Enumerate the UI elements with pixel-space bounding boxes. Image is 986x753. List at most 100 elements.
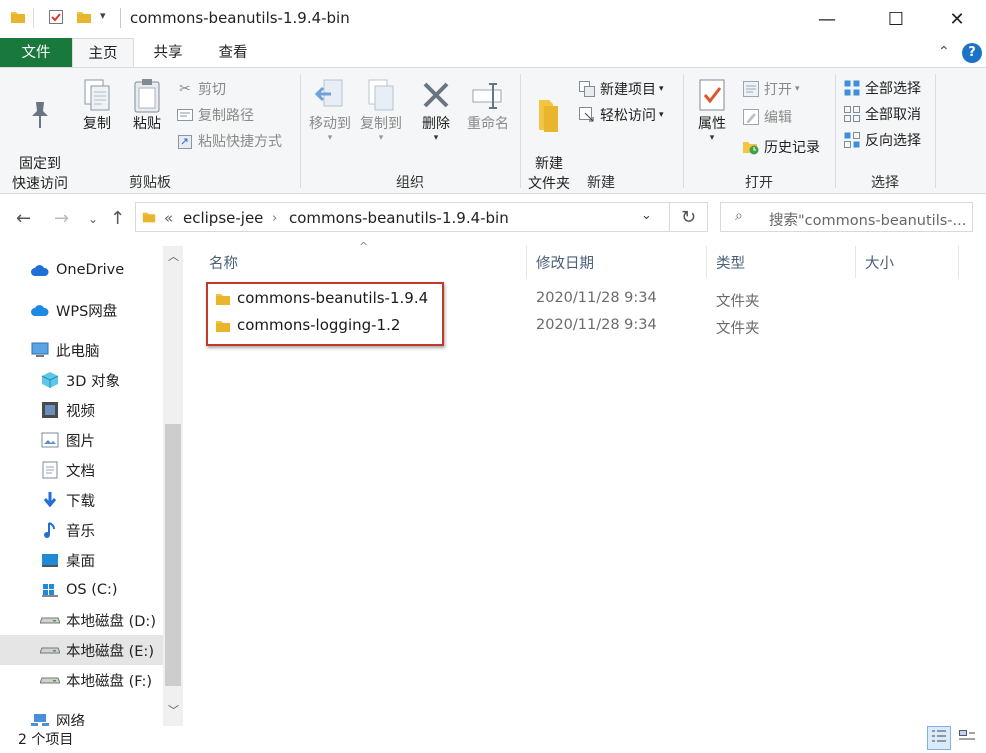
close-button[interactable]: ✕ [934, 0, 980, 38]
document-icon [40, 461, 60, 479]
minimize-button[interactable]: — [804, 0, 850, 38]
nav-documents[interactable]: 文档 [40, 455, 95, 485]
address-bar[interactable]: « eclipse-jee › commons-beanutils-1.9.4-… [135, 202, 670, 232]
divider[interactable] [855, 246, 856, 278]
tab-home[interactable]: 主页 [72, 38, 134, 68]
tab-file[interactable]: 文件 [0, 38, 72, 68]
divider[interactable] [958, 246, 959, 278]
easy-access-icon [578, 106, 596, 124]
recent-locations-chevron-icon[interactable]: ⌄ [88, 212, 98, 226]
nav-3d-objects[interactable]: 3D 对象 [40, 365, 120, 395]
nav-label: OneDrive [56, 262, 125, 278]
column-header-name[interactable]: 名称 [209, 252, 238, 273]
column-header-size[interactable]: 大小 [865, 252, 894, 273]
open-icon [742, 80, 760, 98]
help-icon[interactable]: ? [962, 43, 982, 63]
tab-share[interactable]: 共享 [138, 38, 198, 68]
delete-label: 删除 [422, 116, 450, 132]
collapse-ribbon-icon[interactable]: ⌃ [938, 44, 950, 60]
nav-label: 文档 [66, 463, 95, 480]
paste-shortcut-icon [176, 132, 194, 150]
search-box[interactable]: ⌕ 搜索"commons-beanutils-... [720, 202, 973, 232]
up-arrow-icon[interactable]: ↑ [110, 208, 125, 229]
sort-ascending-icon: ^ [359, 240, 369, 253]
nav-this-pc[interactable]: 此电脑 [30, 335, 100, 365]
scroll-down-icon[interactable]: ﹀ [168, 702, 179, 718]
new-folder-quick-icon[interactable] [76, 9, 92, 29]
column-header-type[interactable]: 类型 [716, 252, 745, 273]
edit-button[interactable]: 编辑 [742, 106, 792, 128]
maximize-button[interactable]: ☐ [873, 0, 919, 38]
breadcrumb-eclipse-jee[interactable]: eclipse-jee [183, 209, 263, 227]
nav-downloads[interactable]: 下载 [40, 485, 95, 515]
tab-view[interactable]: 查看 [203, 38, 263, 68]
properties-button[interactable]: 属性 ▾ [690, 76, 734, 143]
nav-onedrive[interactable]: OneDrive [30, 255, 124, 285]
nav-scrollbar[interactable]: ︿ ﹀ [163, 246, 183, 726]
history-button[interactable]: 历史记录 [742, 136, 820, 158]
nav-wps-cloud[interactable]: WPS网盘 [30, 295, 117, 325]
drive-icon [40, 611, 60, 629]
copy-to-button[interactable]: 复制到 ▾ [356, 76, 406, 143]
divider[interactable] [526, 246, 527, 278]
navigation-pane: OneDrive WPS网盘 此电脑 3D 对象 视频 图片 文档 下载 音乐 … [0, 246, 185, 726]
nav-music[interactable]: 音乐 [40, 515, 95, 545]
nav-drive-c[interactable]: OS (C:) [40, 575, 118, 605]
copy-path-button[interactable]: 复制路径 [176, 104, 254, 126]
delete-button[interactable]: 删除 ▾ [416, 76, 456, 143]
nav-label: 网络 [56, 713, 85, 727]
forward-arrow-icon[interactable]: → [54, 208, 69, 229]
rename-button[interactable]: 重命名 [462, 76, 514, 134]
nav-label: 视频 [66, 403, 95, 420]
select-none-button[interactable]: 全部取消 [843, 103, 921, 125]
details-view-button[interactable] [927, 726, 951, 750]
nav-drive-d[interactable]: 本地磁盘 (D:) [40, 605, 156, 635]
music-icon [40, 521, 60, 539]
customize-toolbar-icon[interactable]: ▾ [100, 9, 106, 22]
nav-desktop[interactable]: 桌面 [40, 545, 95, 575]
edit-label: 编辑 [764, 110, 792, 126]
open-button[interactable]: 打开 ▾ [742, 78, 800, 100]
divider [520, 74, 521, 188]
new-item-button[interactable]: 新建项目 ▾ [578, 78, 664, 100]
paste-button[interactable]: 粘贴 [126, 76, 168, 134]
copy-button[interactable]: 复制 [76, 76, 118, 134]
file-date: 2020/11/28 9:34 [536, 290, 657, 306]
properties-quick-icon[interactable] [48, 9, 64, 29]
paste-label: 粘贴 [133, 116, 161, 132]
drive-icon [40, 641, 60, 659]
windows-drive-icon [40, 581, 60, 599]
nav-network[interactable]: 网络 [30, 705, 85, 726]
overflow-chevron[interactable]: « [164, 209, 173, 227]
invert-selection-button[interactable]: 反向选择 [843, 129, 921, 151]
cut-button[interactable]: ✂ 剪切 [176, 78, 226, 100]
easy-access-button[interactable]: 轻松访问 ▾ [578, 104, 664, 126]
select-all-button[interactable]: 全部选择 [843, 77, 921, 99]
breadcrumb-separator-icon[interactable]: › [272, 211, 277, 226]
open-group-label: 打开 [745, 175, 773, 191]
back-arrow-icon[interactable]: ← [16, 208, 31, 229]
divider[interactable] [706, 246, 707, 278]
move-to-icon [305, 76, 355, 114]
column-header-date[interactable]: 修改日期 [536, 252, 594, 273]
move-to-button[interactable]: 移动到 ▾ [305, 76, 355, 143]
scroll-thumb[interactable] [165, 424, 181, 686]
copy-icon [76, 76, 118, 114]
nav-videos[interactable]: 视频 [40, 395, 95, 425]
organize-group-label: 组织 [396, 175, 424, 191]
nav-pictures[interactable]: 图片 [40, 425, 95, 455]
nav-drive-f[interactable]: 本地磁盘 (F:) [40, 665, 152, 695]
select-group-label: 选择 [871, 175, 899, 191]
address-row: ← → ⌄ ↑ « eclipse-jee › commons-beanutil… [0, 194, 986, 246]
address-dropdown-icon[interactable]: ⌄ [641, 208, 652, 223]
paste-shortcut-button[interactable]: 粘贴快捷方式 [176, 130, 282, 152]
refresh-button[interactable]: ↻ [670, 202, 708, 232]
drive-icon [40, 671, 60, 689]
large-icons-view-button[interactable] [955, 726, 979, 750]
breadcrumb-current[interactable]: commons-beanutils-1.9.4-bin [289, 209, 509, 227]
nav-drive-e[interactable]: 本地磁盘 (E:) [0, 635, 163, 665]
new-item-label: 新建项目 [600, 82, 656, 98]
nav-label: 3D 对象 [66, 373, 120, 390]
divider [120, 8, 121, 28]
scroll-up-icon[interactable]: ︿ [168, 248, 179, 264]
